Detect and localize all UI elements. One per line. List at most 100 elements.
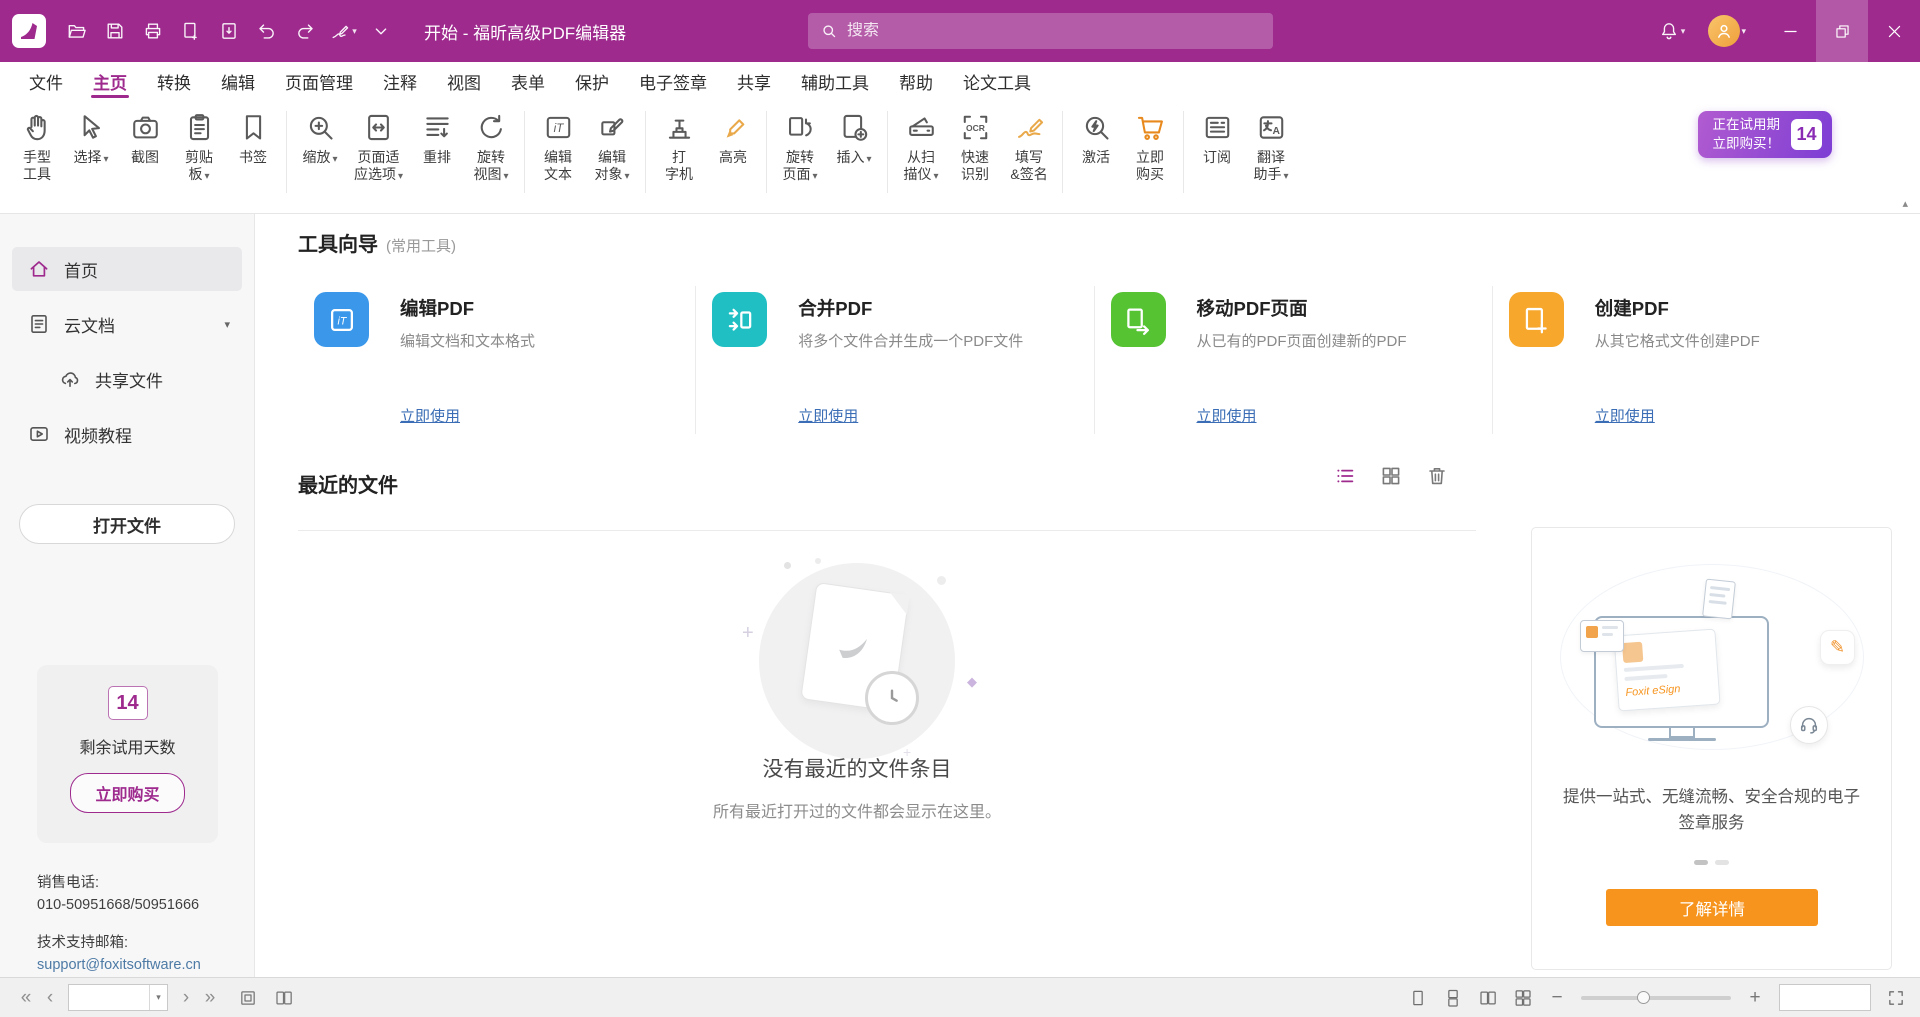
ribbon-activate-button[interactable]: 激活 bbox=[1069, 111, 1123, 166]
ribbon-rotate-pages-button[interactable]: 旋转 页面▾ bbox=[773, 111, 827, 183]
actual-size-button[interactable] bbox=[238, 988, 258, 1008]
facing-view-button[interactable] bbox=[1478, 988, 1498, 1008]
ribbon-highlight-button[interactable]: 高亮 bbox=[706, 111, 760, 166]
hand-tool-icon bbox=[21, 111, 54, 144]
zoom-in-button[interactable]: + bbox=[1746, 987, 1764, 1009]
menu-comment[interactable]: 注释 bbox=[368, 62, 432, 100]
menu-accessibility[interactable]: 辅助工具 bbox=[786, 62, 884, 100]
page-number-input[interactable] bbox=[69, 985, 149, 1010]
create-pdf-button[interactable] bbox=[176, 14, 206, 48]
sidebar-item-video-tutorials[interactable]: 视频教程 bbox=[12, 412, 242, 456]
undo-button[interactable] bbox=[252, 14, 282, 48]
carousel-dot[interactable] bbox=[1715, 860, 1729, 865]
menu-view[interactable]: 视图 bbox=[432, 62, 496, 100]
menu-home[interactable]: 主页 bbox=[78, 62, 142, 100]
zoom-level-box[interactable] bbox=[1779, 984, 1871, 1011]
ribbon-collapse-button[interactable]: ▴ bbox=[1902, 197, 1908, 210]
fit-visible-button[interactable] bbox=[274, 988, 294, 1008]
learn-more-button[interactable]: 了解详情 bbox=[1606, 889, 1818, 926]
ribbon-subscribe-button[interactable]: 订阅 bbox=[1190, 111, 1244, 166]
ribbon-zoom-button[interactable]: 缩放▾ bbox=[293, 111, 347, 166]
clear-recent-button[interactable] bbox=[1425, 464, 1449, 488]
video-tutorials-icon bbox=[27, 422, 51, 446]
ribbon-rotate-view-button[interactable]: 旋转 视图▾ bbox=[464, 111, 518, 183]
ribbon-reflow-button[interactable]: 重排 bbox=[410, 111, 464, 166]
zoom-slider[interactable] bbox=[1581, 996, 1731, 1000]
ribbon-fill-sign-button[interactable]: 填写 &签名 bbox=[1002, 111, 1056, 183]
redo-button[interactable] bbox=[290, 14, 320, 48]
fullscreen-button[interactable] bbox=[1886, 988, 1906, 1008]
page-dropdown-arrow-icon[interactable]: ▾ bbox=[149, 985, 167, 1010]
esign-pen-button[interactable]: ▾ bbox=[328, 14, 358, 48]
edit-pdf-use-now-link[interactable]: 立即使用 bbox=[400, 405, 460, 426]
ribbon-edit-object-button[interactable]: 编辑 对象▾ bbox=[585, 111, 639, 183]
support-email-link[interactable]: support@foxitsoftware.cn bbox=[37, 957, 201, 973]
ribbon-fit-options-button[interactable]: 页面适 应选项▾ bbox=[347, 111, 410, 183]
minimize-button[interactable] bbox=[1764, 0, 1816, 62]
open-file-button[interactable]: 打开文件 bbox=[19, 504, 235, 544]
sidebar-item-shared-files[interactable]: 共享文件 bbox=[12, 357, 242, 401]
zoom-level-input[interactable] bbox=[1780, 985, 1870, 1010]
first-page-button[interactable]: « bbox=[14, 987, 38, 1009]
ribbon-select-button[interactable]: 选择▾ bbox=[64, 111, 118, 166]
list-view-button[interactable] bbox=[1333, 464, 1357, 488]
ribbon-bookmark-button[interactable]: 书签 bbox=[226, 111, 280, 166]
zoom-out-button[interactable]: − bbox=[1548, 987, 1566, 1009]
ribbon-snapshot-button[interactable]: 截图 bbox=[118, 111, 172, 166]
ribbon-buy-now-button[interactable]: 立即 购买 bbox=[1123, 111, 1177, 183]
tool-card-create-pdf[interactable]: 创建PDF从其它格式文件创建PDF立即使用 bbox=[1492, 286, 1890, 434]
ribbon-translate-assistant-button[interactable]: 翻译 助手▾ bbox=[1244, 111, 1298, 183]
continuous-view-button[interactable] bbox=[1443, 988, 1463, 1008]
ribbon-quick-ocr-button[interactable]: 快速 识别 bbox=[948, 111, 1002, 183]
zoom-slider-thumb[interactable] bbox=[1637, 991, 1650, 1004]
restore-button[interactable] bbox=[1816, 0, 1868, 62]
trial-days-badge: 14 bbox=[1791, 119, 1822, 150]
ribbon-clipboard-button[interactable]: 剪贴 板▾ bbox=[172, 111, 226, 183]
grid-view-button[interactable] bbox=[1379, 464, 1403, 488]
trial-badge[interactable]: 正在试用期 立即购买！ 14 bbox=[1698, 111, 1833, 158]
create-pdf-use-now-link[interactable]: 立即使用 bbox=[1595, 405, 1655, 426]
print-button[interactable] bbox=[138, 14, 168, 48]
tool-card-move-pdf-pages[interactable]: 移动PDF页面从已有的PDF页面创建新的PDF立即使用 bbox=[1094, 286, 1492, 434]
export-button[interactable] bbox=[214, 14, 244, 48]
search-box[interactable] bbox=[808, 13, 1273, 49]
page-number-box[interactable]: ▾ bbox=[68, 984, 168, 1011]
next-page-button[interactable]: › bbox=[174, 987, 198, 1009]
search-input[interactable] bbox=[847, 22, 1261, 40]
menu-edit[interactable]: 编辑 bbox=[206, 62, 270, 100]
sidebar-item-cloud-docs[interactable]: 云文档▾ bbox=[12, 302, 242, 346]
move-pdf-pages-use-now-link[interactable]: 立即使用 bbox=[1197, 405, 1257, 426]
ribbon-from-scanner-button[interactable]: 从扫 描仪▾ bbox=[894, 111, 948, 183]
menu-help[interactable]: 帮助 bbox=[884, 62, 948, 100]
menu-esign[interactable]: 电子签章 bbox=[624, 62, 722, 100]
tool-card-edit-pdf[interactable]: 编辑PDF编辑文档和文本格式立即使用 bbox=[298, 286, 695, 434]
ribbon-hand-tool-button[interactable]: 手型 工具 bbox=[10, 111, 64, 183]
menu-page-manage[interactable]: 页面管理 bbox=[270, 62, 368, 100]
close-button[interactable] bbox=[1868, 0, 1920, 62]
menu-paper-tools[interactable]: 论文工具 bbox=[948, 62, 1046, 100]
facing-continuous-view-button[interactable] bbox=[1513, 988, 1533, 1008]
buy-now-button[interactable]: 立即购买 bbox=[70, 773, 184, 813]
menu-file[interactable]: 文件 bbox=[14, 62, 78, 100]
sidebar-item-home[interactable]: 首页 bbox=[12, 247, 242, 291]
last-page-button[interactable]: » bbox=[198, 987, 222, 1009]
merge-pdf-use-now-link[interactable]: 立即使用 bbox=[798, 405, 858, 426]
tool-card-merge-pdf[interactable]: 合并PDF将多个文件合并生成一个PDF文件立即使用 bbox=[695, 286, 1093, 434]
menu-protect[interactable]: 保护 bbox=[560, 62, 624, 100]
single-page-view-button[interactable] bbox=[1408, 988, 1428, 1008]
menu-share[interactable]: 共享 bbox=[722, 62, 786, 100]
dropdown-arrow-icon[interactable]: ▾ bbox=[224, 318, 230, 331]
carousel-dot-active[interactable] bbox=[1694, 860, 1708, 865]
trial-days-remaining: 14 bbox=[108, 686, 148, 720]
open-button[interactable] bbox=[62, 14, 92, 48]
menu-convert[interactable]: 转换 bbox=[142, 62, 206, 100]
prev-page-button[interactable]: ‹ bbox=[38, 987, 62, 1009]
ribbon-edit-text-button[interactable]: 编辑 文本 bbox=[531, 111, 585, 183]
user-avatar[interactable] bbox=[1708, 15, 1740, 47]
notifications-button[interactable]: ▾ bbox=[1656, 14, 1686, 48]
save-button[interactable] bbox=[100, 14, 130, 48]
menu-form[interactable]: 表单 bbox=[496, 62, 560, 100]
ribbon-insert-button[interactable]: 插入▾ bbox=[827, 111, 881, 166]
customize-quick-access-button[interactable] bbox=[366, 14, 396, 48]
ribbon-typewriter-button[interactable]: 打 字机 bbox=[652, 111, 706, 183]
